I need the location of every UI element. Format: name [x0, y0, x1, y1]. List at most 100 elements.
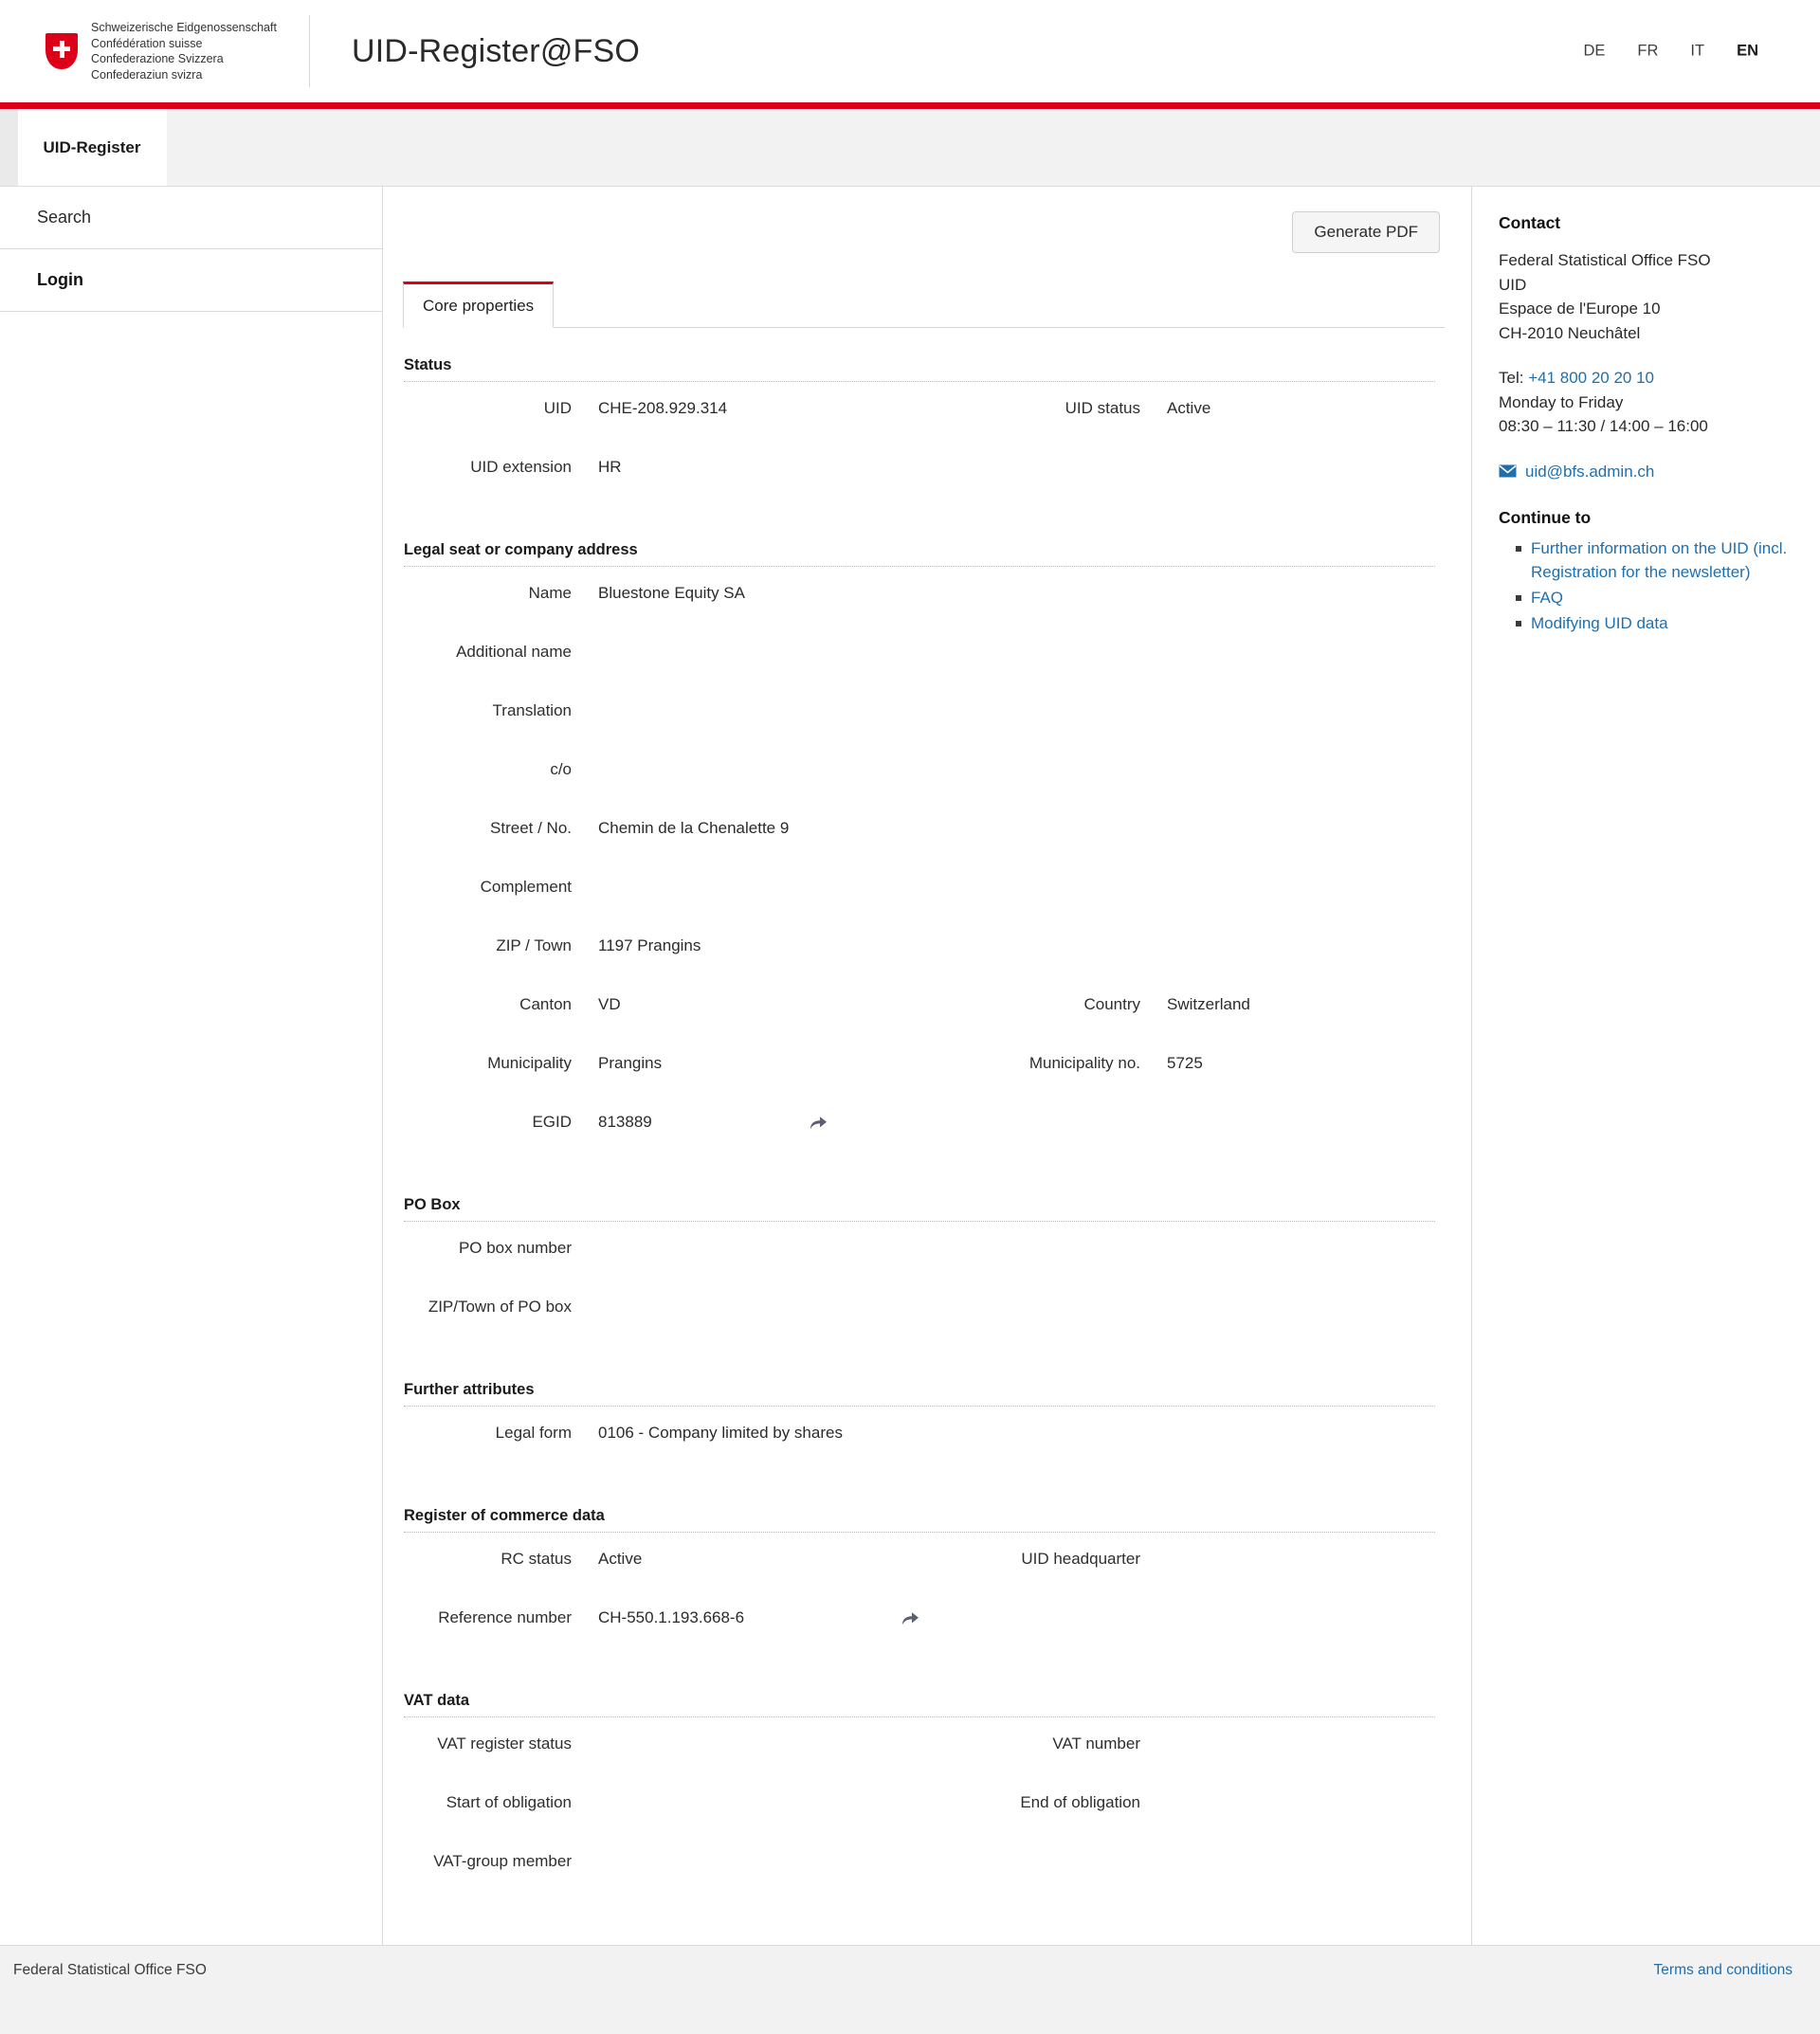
- field-label: Municipality no.: [1028, 1054, 1140, 1072]
- page-body: Search Login Generate PDF Core propertie…: [0, 187, 1820, 1945]
- field-cell-right: [972, 1294, 1417, 1296]
- section-body: UID CHE-208.929.314 UID status Active UID ex…: [403, 382, 1445, 513]
- continue-link-faq[interactable]: FAQ: [1531, 589, 1563, 607]
- field-row: UID CHE-208.929.314 UID status Active: [403, 395, 1445, 454]
- field-label: [972, 580, 1140, 582]
- field-value-wrap: [1140, 639, 1168, 641]
- field-label: [972, 1235, 1140, 1237]
- field-cell-right: [972, 454, 1417, 456]
- field-cell-left: PO box number: [403, 1235, 972, 1260]
- continue-link-modify-uid[interactable]: Modifying UID data: [1531, 614, 1668, 632]
- app-tabstrip: UID-Register: [0, 109, 1820, 187]
- tab-core-properties[interactable]: Core properties: [403, 281, 555, 328]
- field-value-wrap: [1140, 933, 1168, 935]
- field-row: EGID 813889: [403, 1109, 1445, 1168]
- confederation-line-fr: Confédération suisse: [91, 36, 203, 50]
- continue-link-further-info[interactable]: Further information on the UID (incl. Re…: [1531, 539, 1787, 581]
- confederation-line-it: Confederazione Svizzera: [91, 52, 224, 65]
- field-label: UID status: [1065, 399, 1140, 417]
- sidebar-item-search[interactable]: Search: [0, 187, 382, 249]
- section-title: Legal seat or company address: [404, 541, 1435, 567]
- field-cell-right: [972, 1420, 1417, 1422]
- field-value-wrap: Bluestone Equity SA: [572, 580, 745, 605]
- field-row: c/o: [403, 756, 1445, 815]
- field-value: VD: [598, 995, 621, 1013]
- field-value-wrap: [1140, 1789, 1168, 1791]
- section-body: PO box number ZIP/Town of PO box: [403, 1222, 1445, 1353]
- section-title: PO Box: [404, 1196, 1435, 1222]
- field-label: Country: [1083, 995, 1140, 1013]
- generate-pdf-button[interactable]: Generate PDF: [1292, 211, 1440, 253]
- sidebar-item-login[interactable]: Login: [0, 249, 382, 312]
- field-value-wrap: [572, 756, 599, 758]
- field-value: HR: [598, 458, 622, 476]
- field-value: 0106 - Company limited by shares: [598, 1424, 843, 1442]
- lang-it[interactable]: IT: [1674, 39, 1720, 64]
- field-cell-left: Canton VD: [403, 991, 972, 1016]
- field-row: RC status Active UID headquarter: [403, 1546, 1445, 1605]
- contact-email-row[interactable]: uid@bfs.admin.ch: [1499, 460, 1791, 483]
- contact-address-line-1: Federal Statistical Office FSO: [1499, 251, 1711, 269]
- field-label: [972, 698, 1140, 699]
- field-value: Switzerland: [1167, 995, 1250, 1013]
- field-value-wrap: [1140, 1546, 1168, 1548]
- field-cell-right: [972, 1848, 1417, 1850]
- field-value-wrap: [1140, 874, 1168, 876]
- swiss-cross-icon: [46, 33, 78, 69]
- field-value-wrap: [1140, 1235, 1168, 1237]
- contact-address-line-2: UID: [1499, 275, 1527, 294]
- field-cell-left: ZIP / Town 1197 Prangins: [403, 933, 972, 957]
- app-title: UID-Register@FSO: [351, 32, 641, 69]
- field-cell-left: ZIP/Town of PO box: [403, 1294, 972, 1318]
- field-row: VAT register status VAT number: [403, 1731, 1445, 1789]
- language-switcher: DE FR IT EN: [1567, 39, 1774, 64]
- lang-de[interactable]: DE: [1567, 39, 1621, 64]
- field-cell-right: [972, 580, 1417, 582]
- field-label: Name: [528, 584, 572, 602]
- field-cell-right: [972, 1109, 1417, 1111]
- section: Status UID CHE-208.929.314 UID status Active…: [403, 356, 1445, 513]
- tel-link[interactable]: +41 800 20 20 10: [1528, 369, 1654, 387]
- lang-fr[interactable]: FR: [1621, 39, 1674, 64]
- field-label: [972, 1420, 1140, 1422]
- lang-en[interactable]: EN: [1720, 39, 1774, 64]
- field-label: [972, 1605, 1140, 1607]
- share-arrow-icon[interactable]: [901, 1609, 919, 1626]
- field-value-wrap: [1140, 756, 1168, 758]
- section-title: VAT data: [404, 1692, 1435, 1717]
- field-row: Complement: [403, 874, 1445, 933]
- footer-terms-link[interactable]: Terms and conditions: [1654, 1962, 1793, 1979]
- contact-panel: Contact Federal Statistical Office FSO U…: [1472, 187, 1819, 1945]
- field-label: PO box number: [458, 1239, 572, 1257]
- field-value-wrap: [572, 874, 599, 876]
- section: Register of commerce data RC status Active…: [403, 1507, 1445, 1663]
- field-cell-right: [972, 1605, 1417, 1607]
- field-value-wrap: HR: [572, 454, 622, 479]
- field-value-wrap: [1140, 1848, 1168, 1850]
- field-label: ZIP/Town of PO box: [428, 1298, 572, 1316]
- contact-email-link[interactable]: uid@bfs.admin.ch: [1525, 460, 1654, 483]
- share-arrow-icon[interactable]: [809, 1114, 828, 1131]
- contact-phone-row: Tel: +41 800 20 20 10: [1499, 366, 1791, 390]
- field-label: c/o: [550, 760, 572, 778]
- continue-to-list: Further information on the UID (incl. Re…: [1499, 536, 1791, 635]
- field-label: Complement: [480, 878, 572, 896]
- field-label: RC status: [500, 1550, 572, 1568]
- field-cell-right: [972, 756, 1417, 758]
- field-label: [972, 815, 1140, 817]
- field-cell-left: Legal form 0106 - Company limited by shar…: [403, 1420, 972, 1444]
- field-label: EGID: [532, 1113, 572, 1131]
- field-row: Canton VD Country Switzerland: [403, 991, 1445, 1050]
- sidebar: Search Login: [0, 187, 383, 1945]
- contact-hours-days: Monday to Friday: [1499, 392, 1624, 411]
- confederation-line-rm: Confederaziun svizra: [91, 67, 203, 82]
- field-row: Municipality Prangins Municipality no. 5725: [403, 1050, 1445, 1109]
- field-value-wrap: Active: [1140, 395, 1210, 420]
- section-title: Register of commerce data: [404, 1507, 1435, 1533]
- page-header: Schweizerische Eidgenossenschaft Confédé…: [0, 0, 1820, 102]
- section-body: Name Bluestone Equity SA Additional name Tr…: [403, 567, 1445, 1168]
- field-cell-left: UID extension HR: [403, 454, 972, 479]
- section: Legal seat or company address Name Bluesto…: [403, 541, 1445, 1168]
- field-row: ZIP / Town 1197 Prangins: [403, 933, 1445, 991]
- tab-uid-register[interactable]: UID-Register: [18, 109, 167, 186]
